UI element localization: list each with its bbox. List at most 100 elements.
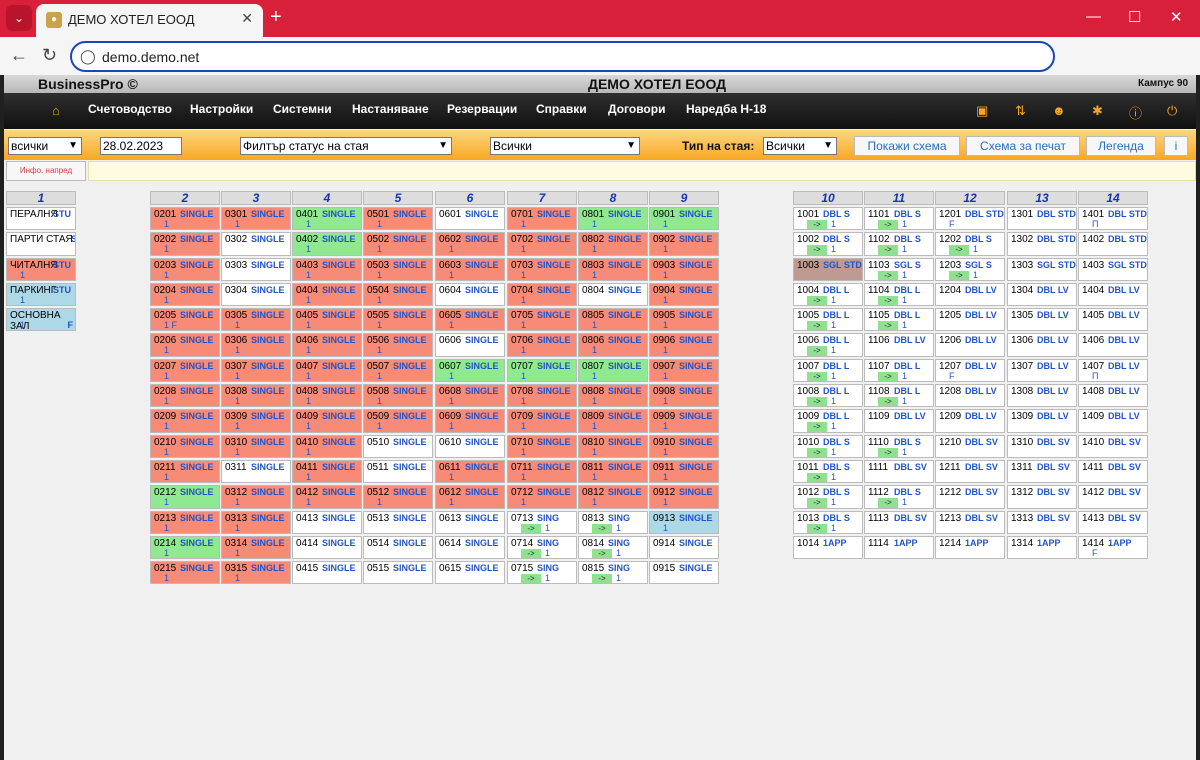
close-tab-icon[interactable]: ✕ bbox=[241, 10, 253, 27]
room-cell[interactable]: 1310 DBL SV bbox=[1007, 434, 1077, 458]
info-button[interactable]: i bbox=[1164, 136, 1188, 156]
room-cell[interactable]: 0305 SINGLE 1 bbox=[221, 308, 291, 332]
room-cell[interactable]: 1314 1APP bbox=[1007, 535, 1077, 560]
room-cell[interactable]: 1210 DBL SV bbox=[935, 434, 1005, 458]
room-cell[interactable]: 1411 DBL SV bbox=[1078, 459, 1148, 484]
room-cell[interactable]: ОСНОВНА ЗАЛ 1 F bbox=[6, 308, 76, 332]
room-cell[interactable]: 0412 SINGLE 1 bbox=[292, 485, 362, 509]
room-cell[interactable]: 0404 SINGLE 1 bbox=[292, 282, 362, 307]
room-cell[interactable]: 1409 DBL LV bbox=[1078, 409, 1148, 433]
room-cell[interactable]: 0415 SINGLE bbox=[292, 561, 362, 585]
room-cell[interactable]: 0508 SINGLE 1 bbox=[363, 384, 433, 408]
room-cell[interactable]: 0409 SINGLE 1 bbox=[292, 409, 362, 433]
room-cell[interactable]: 0208 SINGLE 1 bbox=[150, 384, 220, 408]
legend-button[interactable]: Легенда bbox=[1086, 136, 1156, 156]
room-cell[interactable]: 0302 SINGLE bbox=[221, 232, 291, 256]
nav-contracts[interactable]: Договори bbox=[608, 102, 665, 116]
nav-regulation-n18[interactable]: Наредба Н-18 bbox=[686, 102, 766, 116]
room-status-select[interactable]: Филтър статус на стая ▼ bbox=[240, 137, 452, 155]
room-cell[interactable]: 0901 SINGLE 1 bbox=[649, 207, 719, 231]
room-cell[interactable]: 0405 SINGLE 1 bbox=[292, 308, 362, 332]
room-cell[interactable]: 0201 SINGLE 1 bbox=[150, 207, 220, 231]
room-cell[interactable]: 1407 DBL LV П bbox=[1078, 358, 1148, 383]
room-cell[interactable]: ЧИТАЛНЯ STU 1 bbox=[6, 257, 76, 281]
room-cell[interactable]: 0615 SINGLE bbox=[435, 561, 505, 585]
site-info-icon[interactable]: ◯ bbox=[80, 48, 96, 65]
room-cell[interactable]: 0413 SINGLE bbox=[292, 510, 362, 534]
room-type-select[interactable]: Всички ▼ bbox=[763, 137, 837, 155]
room-cell[interactable]: 1312 DBL SV bbox=[1007, 485, 1077, 509]
room-cell[interactable]: 1214 1APP bbox=[935, 535, 1005, 560]
room-cell[interactable]: 0407 SINGLE 1 bbox=[292, 358, 362, 383]
room-cell[interactable]: 0202 SINGLE 1 bbox=[150, 232, 220, 256]
room-cell[interactable]: 0309 SINGLE 1 bbox=[221, 409, 291, 433]
room-cell[interactable]: 0513 SINGLE bbox=[363, 510, 433, 534]
room-cell[interactable]: 0906 SINGLE 1 bbox=[649, 333, 719, 357]
room-cell[interactable]: 1101 DBL S -> 1 bbox=[864, 207, 934, 231]
back-icon[interactable]: ← bbox=[10, 45, 28, 66]
room-cell[interactable]: 1212 DBL SV bbox=[935, 485, 1005, 509]
print-scheme-button[interactable]: Схема за печат bbox=[966, 136, 1080, 156]
room-cell[interactable]: 0904 SINGLE 1 bbox=[649, 282, 719, 307]
room-cell[interactable]: 1302 DBL STD bbox=[1007, 232, 1077, 256]
room-cell[interactable]: 0703 SINGLE 1 bbox=[507, 257, 577, 281]
room-cell[interactable]: 0710 SINGLE 1 bbox=[507, 434, 577, 458]
room-cell[interactable]: 0805 SINGLE 1 bbox=[578, 308, 648, 332]
room-cell[interactable]: 1013 DBL S -> 1 bbox=[793, 510, 863, 534]
room-cell[interactable]: 0512 SINGLE 1 bbox=[363, 485, 433, 509]
room-cell[interactable]: 0701 SINGLE 1 bbox=[507, 207, 577, 231]
room-cell[interactable]: 1001 DBL S -> 1 bbox=[793, 207, 863, 231]
new-tab-icon[interactable]: + bbox=[270, 6, 282, 28]
room-cell[interactable]: 0902 SINGLE 1 bbox=[649, 232, 719, 256]
room-cell[interactable]: 1103 SGL S -> 1 bbox=[864, 257, 934, 281]
room-cell[interactable]: 1306 DBL LV bbox=[1007, 333, 1077, 357]
maximize-icon[interactable]: ☐ bbox=[1128, 8, 1141, 26]
room-cell[interactable]: 0704 SINGLE 1 bbox=[507, 282, 577, 307]
room-cell[interactable]: 0414 SINGLE bbox=[292, 535, 362, 560]
room-cell[interactable]: 0203 SINGLE 1 bbox=[150, 257, 220, 281]
room-cell[interactable]: 1408 DBL LV bbox=[1078, 384, 1148, 408]
room-cell[interactable]: 1311 DBL SV bbox=[1007, 459, 1077, 484]
nav-checkin[interactable]: Настаняване bbox=[352, 102, 429, 116]
room-cell[interactable]: 1307 DBL LV bbox=[1007, 358, 1077, 383]
room-cell[interactable]: 0210 SINGLE 1 bbox=[150, 434, 220, 458]
room-cell[interactable]: 0712 SINGLE 1 bbox=[507, 485, 577, 509]
room-cell[interactable]: 0804 SINGLE bbox=[578, 282, 648, 307]
room-cell[interactable]: 0301 SINGLE 1 bbox=[221, 207, 291, 231]
user-icon[interactable]: ☻ bbox=[1052, 103, 1066, 118]
room-cell[interactable]: 0507 SINGLE 1 bbox=[363, 358, 433, 383]
room-cell[interactable]: ПЕРАЛНЯ STU bbox=[6, 207, 76, 231]
room-cell[interactable]: 0514 SINGLE bbox=[363, 535, 433, 560]
room-cell[interactable]: 1112 DBL S -> 1 bbox=[864, 485, 934, 509]
gear-icon[interactable]: ✱ bbox=[1092, 103, 1103, 119]
room-cell[interactable]: 1011 DBL S -> 1 bbox=[793, 459, 863, 484]
room-cell[interactable]: 1102 DBL S -> 1 bbox=[864, 232, 934, 256]
room-cell[interactable]: 0908 SINGLE 1 bbox=[649, 384, 719, 408]
room-cell[interactable]: 0707 SINGLE 1 bbox=[507, 358, 577, 383]
room-cell[interactable]: 0303 SINGLE bbox=[221, 257, 291, 281]
room-cell[interactable]: 1404 DBL LV bbox=[1078, 282, 1148, 307]
nav-accounting[interactable]: Счетоводство bbox=[88, 102, 172, 116]
room-cell[interactable]: 1107 DBL L -> 1 bbox=[864, 358, 934, 383]
room-cell[interactable]: 0204 SINGLE 1 bbox=[150, 282, 220, 307]
room-cell[interactable]: 0806 SINGLE 1 bbox=[578, 333, 648, 357]
room-cell[interactable]: 1010 DBL S -> 1 bbox=[793, 434, 863, 458]
room-cell[interactable]: 1106 DBL LV bbox=[864, 333, 934, 357]
room-cell[interactable]: 1313 DBL SV bbox=[1007, 510, 1077, 534]
room-cell[interactable]: 0206 SINGLE 1 bbox=[150, 333, 220, 357]
room-cell[interactable]: ПАРКИНГ STU 1 bbox=[6, 282, 76, 307]
room-cell[interactable]: 0308 SINGLE 1 bbox=[221, 384, 291, 408]
room-cell[interactable]: 0911 SINGLE 1 bbox=[649, 459, 719, 484]
room-cell[interactable]: 1309 DBL LV bbox=[1007, 409, 1077, 433]
room-cell[interactable]: 1207 DBL LV F bbox=[935, 358, 1005, 383]
room-cell[interactable]: 0211 SINGLE 1 bbox=[150, 459, 220, 484]
room-cell[interactable]: 1305 DBL LV bbox=[1007, 308, 1077, 332]
room-cell[interactable]: 1105 DBL L -> 1 bbox=[864, 308, 934, 332]
room-cell[interactable]: 1009 DBL L -> 1 bbox=[793, 409, 863, 433]
room-cell[interactable]: 0406 SINGLE 1 bbox=[292, 333, 362, 357]
room-cell[interactable]: 0914 SINGLE bbox=[649, 535, 719, 560]
room-cell[interactable]: 1208 DBL LV bbox=[935, 384, 1005, 408]
room-cell[interactable]: 0607 SINGLE 1 bbox=[435, 358, 505, 383]
room-cell[interactable]: 1203 SGL S -> 1 bbox=[935, 257, 1005, 281]
room-cell[interactable]: 0802 SINGLE 1 bbox=[578, 232, 648, 256]
